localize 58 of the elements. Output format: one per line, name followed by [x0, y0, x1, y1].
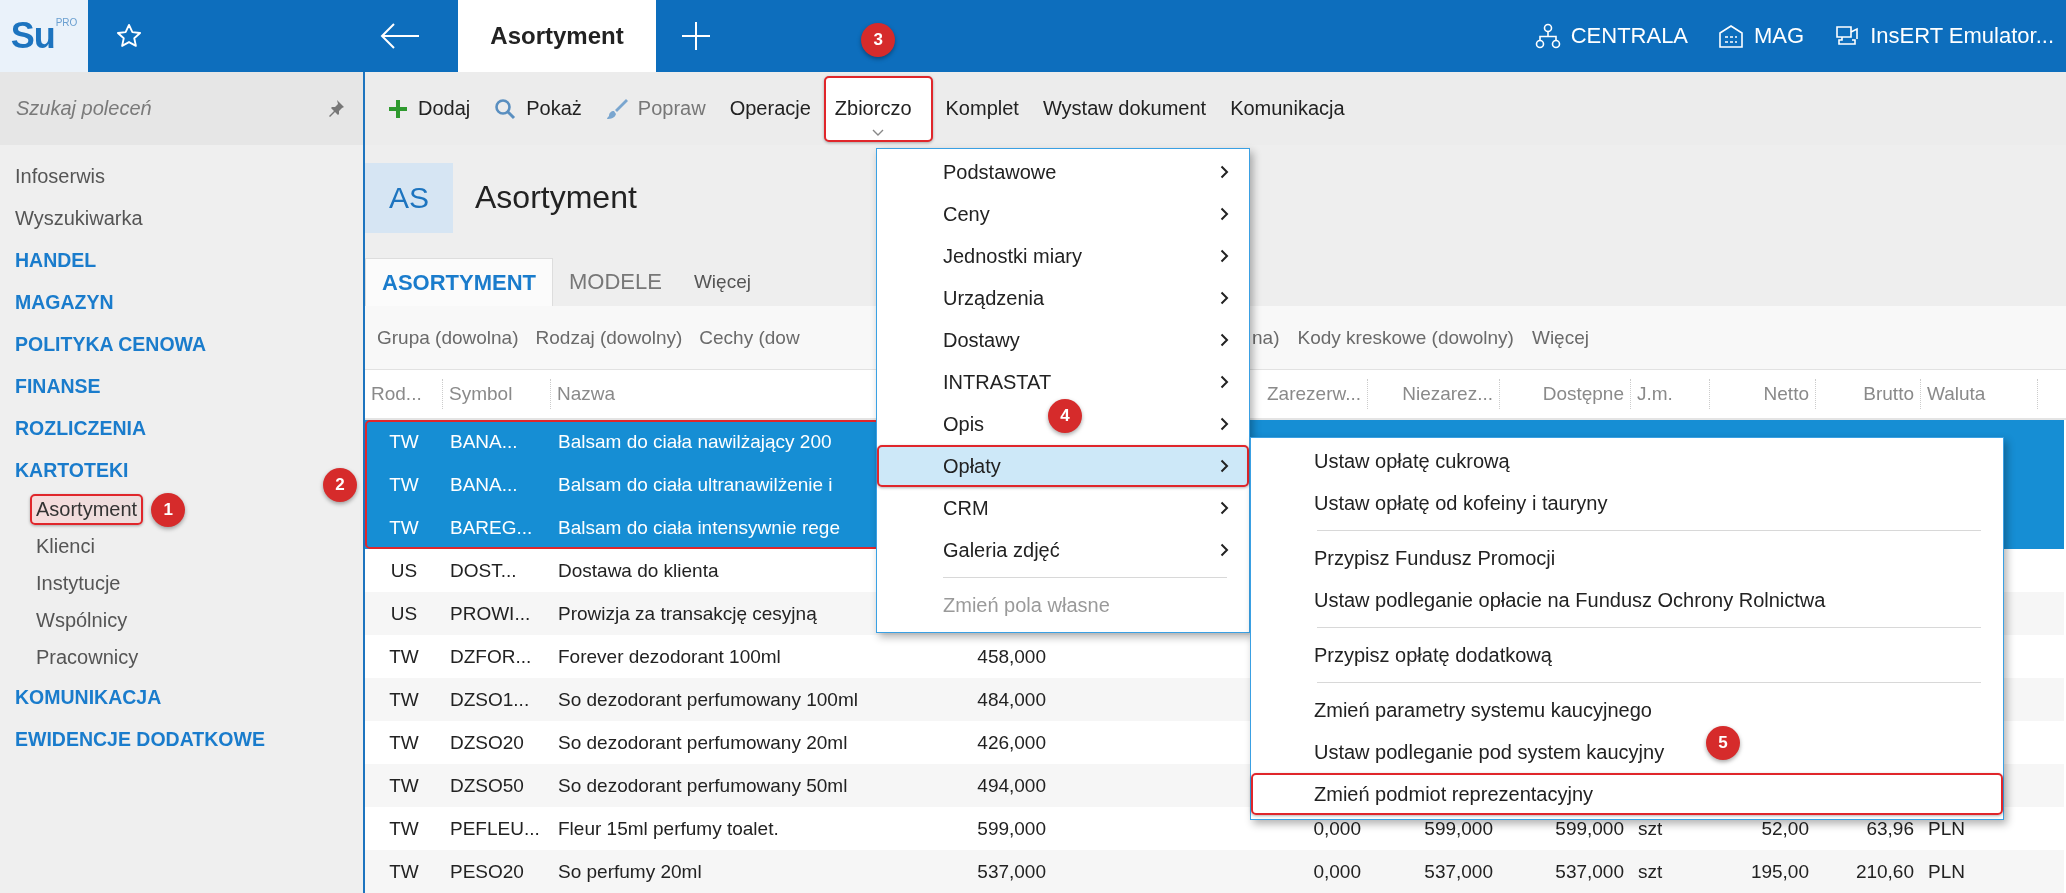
- table-cell: BANA...: [450, 473, 518, 495]
- table-cell: PEFLEU...: [450, 817, 540, 839]
- table-cell: 494,000: [977, 774, 1046, 796]
- table-cell: 537,000: [1424, 860, 1493, 882]
- table-cell: 537,000: [977, 860, 1046, 882]
- table-cell: 599,000: [1424, 817, 1493, 839]
- table-cell: 52,00: [1761, 817, 1809, 839]
- table-cell: TW: [389, 645, 419, 667]
- table-cell: Fleur 15ml perfumy toalet.: [558, 817, 779, 839]
- table-cell: TW: [389, 473, 419, 495]
- table-cell: 599,000: [977, 817, 1046, 839]
- table-cell: TW: [389, 774, 419, 796]
- table-cell: 210,60: [1855, 860, 1914, 882]
- table-cell: US: [390, 602, 418, 624]
- table-cell: So dezodorant perfumowany 100ml: [558, 688, 858, 710]
- table-cell: PLN: [1928, 860, 1965, 882]
- table-cell: PESO20: [450, 860, 524, 882]
- table-cell: So dezodorant perfumowany 50ml: [558, 774, 848, 796]
- table-cell: 63,96: [1866, 817, 1914, 839]
- table-cell: Balsam do ciała nawilżający 200: [558, 430, 832, 452]
- table-cell: 195,00: [1750, 860, 1809, 882]
- table-cell: So perfumy 20ml: [558, 860, 702, 882]
- table-cell: US: [390, 559, 418, 581]
- table-cell: Prowizja za transakcję cesyjną: [558, 602, 817, 624]
- page-title: Asortyment: [475, 179, 637, 216]
- table-cell: So dezodorant perfumowany 20ml: [558, 731, 848, 753]
- table-cell: szt: [1638, 860, 1663, 882]
- table-cell: TW: [389, 516, 419, 538]
- table-cell: TW: [389, 731, 419, 753]
- module-badge: AS: [365, 162, 453, 233]
- table-cell: TW: [389, 688, 419, 710]
- table-cell: PLN: [1928, 817, 1965, 839]
- table-cell: Balsam do ciała ultranawilżenie i: [558, 473, 833, 495]
- table-cell: 458,000: [977, 645, 1046, 667]
- table-cell: 484,000: [977, 688, 1046, 710]
- table-cell: Dostawa do klienta: [558, 559, 719, 581]
- step-badge: 1: [151, 492, 186, 527]
- table-cell: 426,000: [977, 731, 1046, 753]
- table-cell: 599,000: [1555, 817, 1624, 839]
- table-cell: szt: [1638, 817, 1663, 839]
- table-cell: TW: [389, 430, 419, 452]
- table-cell: Balsam do ciała intensywnie rege: [558, 516, 840, 538]
- table-cell: 0,000: [1313, 860, 1361, 882]
- table-cell: TW: [389, 817, 419, 839]
- step-badge: 4: [1048, 399, 1082, 433]
- table-cell: TW: [389, 860, 419, 882]
- table-cell: DZFOR...: [450, 645, 532, 667]
- table-cell: 0,000: [1313, 817, 1361, 839]
- table-cell: 537,000: [1555, 860, 1624, 882]
- table-cell: Forever dezodorant 100ml: [558, 645, 781, 667]
- table-cell: BANA...: [450, 430, 518, 452]
- table-cell: DOST...: [450, 559, 517, 581]
- table-cell: PROWI...: [450, 602, 531, 624]
- table-cell: DZSO20: [450, 731, 524, 753]
- table-cell: DZSO1...: [450, 688, 530, 710]
- table-cell: BAREG...: [450, 516, 533, 538]
- step-badge: 5: [1706, 726, 1740, 760]
- table-cell: DZSO50: [450, 774, 524, 796]
